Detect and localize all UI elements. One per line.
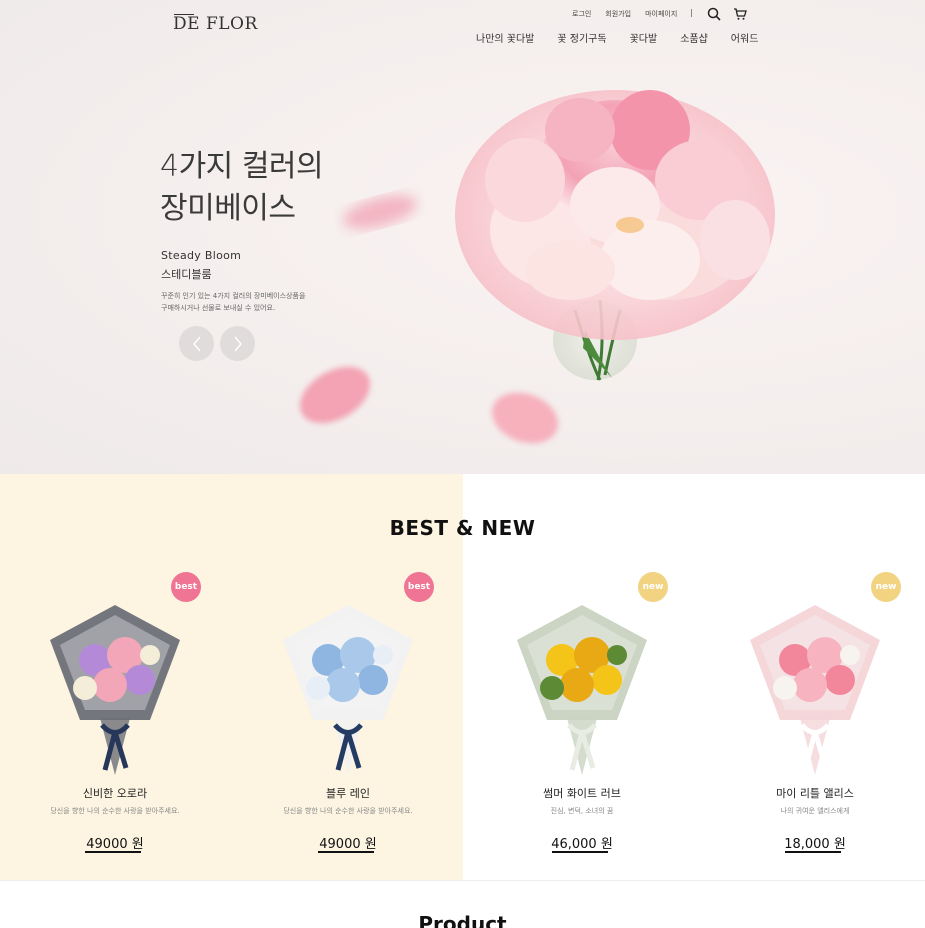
hero-subtitle-ko: 스테디블룸 <box>161 268 212 281</box>
cart-icon[interactable] <box>733 6 747 20</box>
badge: new <box>871 572 901 602</box>
hero-desc-line1: 꾸준히 인기 있는 4가지 컬러의 장미베이스상품을 <box>161 292 306 300</box>
price-underline <box>85 851 141 853</box>
price-underline <box>552 851 608 853</box>
product-description: 당신을 향한 나의 순수한 사랑을 받아주세요. <box>50 807 180 815</box>
price-underline <box>785 851 841 853</box>
nav-item-subscription[interactable]: 꽃 정기구독 <box>557 30 606 45</box>
product-name[interactable]: 블루 레인 <box>233 785 463 801</box>
product-name[interactable]: 신비한 오로라 <box>0 785 230 801</box>
main-nav: 나만의 꽃다발 꽃 정기구독 꽃다발 소품샵 어워드 <box>476 30 758 45</box>
nav-item-shop[interactable]: 소품샵 <box>680 30 708 45</box>
product-description: 진심, 변덕, 소녀의 꿈 <box>550 807 614 815</box>
badge: new <box>638 572 668 602</box>
hero-title: 4가지 컬러의 장미베이스 <box>160 146 324 230</box>
product-description: 나의 귀여운 앨리스에게 <box>780 807 850 815</box>
hero-description: 꾸준히 인기 있는 4가지 컬러의 장미베이스상품을 구매하시거나 선물로 보내… <box>161 290 341 314</box>
product-price: 49000 원 <box>319 837 377 852</box>
prev-slide-button[interactable] <box>179 326 214 361</box>
bouquet-image <box>50 605 180 775</box>
product-card[interactable]: new 썸머 화이트 러브 진심, 변덕, 소녀의 꿈 46,000 원 <box>467 570 697 870</box>
badge: best <box>404 572 434 602</box>
hero-title-line1: 4가지 컬러의 <box>160 149 324 184</box>
mypage-link[interactable]: 마이페이지 <box>645 9 677 19</box>
search-icon[interactable] <box>707 6 721 21</box>
hero-title-line2: 장미베이스 <box>160 191 296 226</box>
product-name[interactable]: 마이 리틀 앨리스 <box>700 785 925 801</box>
bouquet-image <box>283 605 413 775</box>
product-card[interactable]: best 블루 레인 당신을 향한 나의 순수한 사랑을 받아주세요. 4900… <box>233 570 463 870</box>
section-divider <box>0 880 925 881</box>
best-new-section: BEST & NEW best 신비한 오로라 당신을 향한 나의 순수한 사랑… <box>0 474 925 880</box>
chevron-left-icon <box>192 336 201 351</box>
nav-item-custom-bouquet[interactable]: 나만의 꽃다발 <box>476 30 534 45</box>
badge: best <box>171 572 201 602</box>
product-price: 46,000 원 <box>551 837 613 852</box>
nav-item-bouquet[interactable]: 꽃다발 <box>630 30 658 45</box>
price-underline <box>318 851 374 853</box>
chevron-right-icon <box>233 336 242 351</box>
nav-item-award[interactable]: 어워드 <box>731 30 759 45</box>
utility-separator: | <box>690 8 693 17</box>
utility-links: 로그인 회원가입 마이페이지 <box>572 9 677 19</box>
product-name[interactable]: 썸머 화이트 러브 <box>467 785 697 801</box>
product-description: 당신을 향한 나의 순수한 사랑을 받아주세요. <box>283 807 413 815</box>
signup-link[interactable]: 회원가입 <box>605 9 631 19</box>
product-card[interactable]: best 신비한 오로라 당신을 향한 나의 순수한 사랑을 받아주세요. 49… <box>0 570 230 870</box>
next-slide-button[interactable] <box>220 326 255 361</box>
site-logo[interactable]: DE FLOR <box>173 14 258 34</box>
product-section-title: Product <box>418 912 507 928</box>
bouquet-image <box>517 605 647 775</box>
product-price: 49000 원 <box>86 837 144 852</box>
peony-bouquet-image <box>299 90 775 444</box>
best-new-title: BEST & NEW <box>389 516 536 540</box>
hero-subtitle-en: Steady Bloom <box>161 249 242 262</box>
product-price: 18,000 원 <box>784 837 846 852</box>
bouquet-image <box>750 605 880 775</box>
hero-desc-line2: 구매하시거나 선물로 보내실 수 있어요. <box>161 304 276 312</box>
hero-banner: DE FLOR 로그인 회원가입 마이페이지 | 나만의 꽃다발 꽃 정기구독 … <box>0 0 925 474</box>
login-link[interactable]: 로그인 <box>572 9 591 19</box>
product-card[interactable]: new 마이 리틀 앨리스 나의 귀여운 앨리스에게 18,000 원 <box>700 570 925 870</box>
